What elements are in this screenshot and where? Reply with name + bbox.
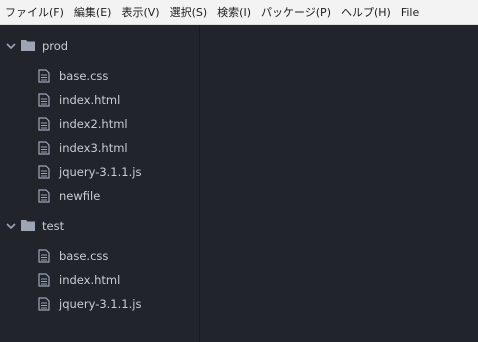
folder-prod[interactable]: prod <box>0 34 199 58</box>
file-label: index.html <box>59 93 121 107</box>
file-text-icon <box>38 189 50 203</box>
file-text-icon <box>38 93 50 107</box>
file-text-icon <box>38 297 50 311</box>
file-row[interactable]: newfile <box>0 184 199 208</box>
menu-edit[interactable]: 編集(E) <box>74 0 112 25</box>
menu-view[interactable]: 表示(V) <box>121 0 159 25</box>
file-label: newfile <box>59 189 101 203</box>
file-label: index2.html <box>59 117 128 131</box>
folder-icon <box>21 40 35 51</box>
menu-help[interactable]: ヘルプ(H) <box>341 0 391 25</box>
folder-icon <box>21 220 35 231</box>
editor-pane[interactable] <box>200 25 478 342</box>
file-text-icon <box>38 117 50 131</box>
folder-label: prod <box>42 39 69 53</box>
file-text-icon <box>38 69 50 83</box>
file-label: base.css <box>59 249 109 263</box>
menu-packages[interactable]: パッケージ(P) <box>261 0 331 25</box>
tree-view: prod base.css index.html index2.html ind… <box>0 25 200 342</box>
file-row[interactable]: jquery-3.1.1.js <box>0 160 199 184</box>
file-row[interactable]: index.html <box>0 88 199 112</box>
file-text-icon <box>38 249 50 263</box>
file-row[interactable]: base.css <box>0 244 199 268</box>
file-row[interactable]: jquery-3.1.1.js <box>0 292 199 316</box>
chevron-down-icon[interactable] <box>4 219 18 233</box>
menu-selection[interactable]: 選択(S) <box>170 0 208 25</box>
menu-find[interactable]: 検索(I) <box>217 0 251 25</box>
folder-test[interactable]: test <box>0 214 199 238</box>
folder-label: test <box>42 219 65 233</box>
file-text-icon <box>38 141 50 155</box>
file-label: index.html <box>59 273 121 287</box>
file-text-icon <box>38 165 50 179</box>
file-label: jquery-3.1.1.js <box>59 297 142 311</box>
menu-bar: ファイル(F) 編集(E) 表示(V) 選択(S) 検索(I) パッケージ(P)… <box>0 0 478 25</box>
file-row[interactable]: index2.html <box>0 112 199 136</box>
file-row[interactable]: index.html <box>0 268 199 292</box>
file-label: base.css <box>59 69 109 83</box>
file-row[interactable]: base.css <box>0 64 199 88</box>
menu-file-2[interactable]: File <box>401 0 419 25</box>
menu-file[interactable]: ファイル(F) <box>5 0 64 25</box>
file-label: jquery-3.1.1.js <box>59 165 142 179</box>
file-text-icon <box>38 273 50 287</box>
file-row[interactable]: index3.html <box>0 136 199 160</box>
chevron-down-icon[interactable] <box>4 39 18 53</box>
file-label: index3.html <box>59 141 128 155</box>
